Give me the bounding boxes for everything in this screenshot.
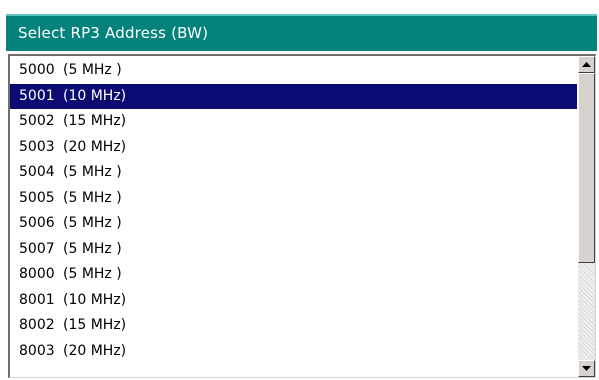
dialog-title: Select RP3 Address (BW) [6, 14, 597, 51]
list-item[interactable]: 5004 (5 MHz ) [10, 160, 577, 186]
list-item[interactable]: 5000 (5 MHz ) [10, 58, 577, 84]
vertical-scrollbar[interactable] [578, 56, 595, 377]
list-item[interactable]: 8003 (20 MHz) [10, 339, 577, 365]
scrollbar-thumb[interactable] [578, 73, 595, 263]
list-item[interactable]: 8001 (10 MHz) [10, 288, 577, 314]
address-listbox[interactable]: 5000 (5 MHz ) 5001 (10 MHz) 5002 (15 MHz) 5003… [8, 54, 596, 378]
triangle-down-icon [582, 366, 591, 371]
item-address: 8000 [19, 266, 55, 282]
item-bandwidth: (5 MHz ) [63, 189, 122, 206]
triangle-up-icon [582, 62, 591, 67]
item-bandwidth: (5 MHz ) [63, 215, 122, 231]
select-address-dialog: Select RP3 Address (BW) 5000 (5 MHz ) 5001… [6, 14, 597, 378]
list-item[interactable]: 5003 (20 MHz) [10, 135, 577, 161]
item-bandwidth: (15 MHz) [63, 317, 127, 333]
item-bandwidth: (15 MHz) [63, 113, 127, 129]
item-address: 8001 [19, 291, 55, 308]
scroll-down-button[interactable] [578, 360, 595, 377]
item-bandwidth: (5 MHz ) [63, 266, 122, 282]
item-address: 5005 [19, 189, 55, 206]
item-address: 5007 [19, 240, 55, 257]
list-item-selected[interactable]: 5001 (10 MHz) [10, 83, 577, 109]
item-bandwidth: (5 MHz ) [63, 240, 122, 257]
item-address: 5004 [19, 164, 55, 180]
list-item[interactable]: 5005 (5 MHz ) [10, 186, 577, 212]
list-item[interactable]: 5002 (15 MHz) [10, 109, 577, 135]
item-address: 5003 [19, 138, 55, 155]
list-item[interactable]: 8000 (5 MHz ) [10, 262, 577, 288]
list-item[interactable]: 5007 (5 MHz ) [10, 237, 577, 263]
item-bandwidth: (10 MHz) [63, 291, 127, 308]
item-bandwidth: (20 MHz) [63, 342, 127, 359]
list-item[interactable]: 5006 (5 MHz ) [10, 211, 577, 237]
address-list[interactable]: 5000 (5 MHz ) 5001 (10 MHz) 5002 (15 MHz) 5003… [10, 58, 577, 364]
item-bandwidth: (20 MHz) [63, 138, 127, 155]
item-address: 5000 [19, 62, 55, 78]
item-bandwidth: (5 MHz ) [63, 164, 122, 180]
list-item[interactable]: 8002 (15 MHz) [10, 313, 577, 339]
item-address: 8003 [19, 342, 55, 359]
item-address: 5006 [19, 215, 55, 231]
item-address: 8002 [19, 317, 55, 333]
item-address: 5002 [19, 113, 55, 129]
item-bandwidth: (10 MHz) [63, 87, 127, 104]
item-address: 5001 [19, 87, 55, 104]
scroll-up-button[interactable] [578, 56, 595, 73]
item-bandwidth: (5 MHz ) [63, 62, 122, 78]
